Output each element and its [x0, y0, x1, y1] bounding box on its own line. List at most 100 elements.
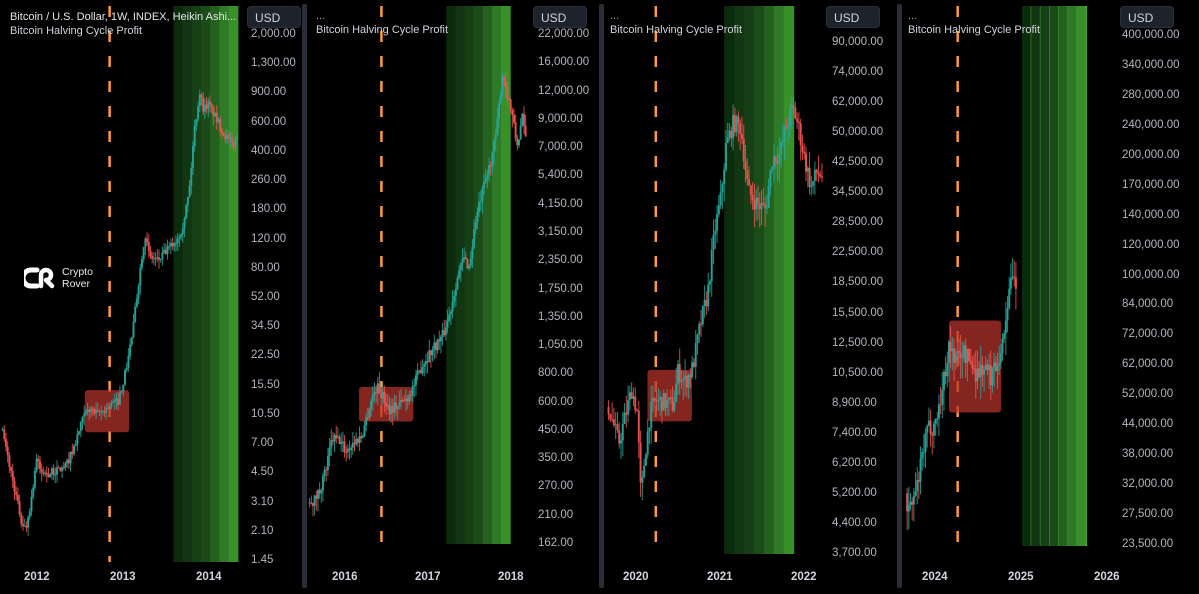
indicator-name[interactable]: Bitcoin Halving Cycle Profit: [908, 23, 1040, 37]
candle-body: [134, 306, 137, 322]
chart-panel-2020-cycle[interactable]: 90,000.00 74,000.00 62,000.00 50,000.00 42,5…: [604, 0, 896, 594]
candle-body: [459, 262, 462, 271]
candle-body: [47, 474, 50, 478]
candle-body: [140, 259, 143, 268]
collapsed-legend-marker[interactable]: ...: [908, 9, 1040, 23]
currency-button[interactable]: USD: [1120, 6, 1174, 28]
chart-panel-2012-cycle[interactable]: 2,000.00 1,300.00 900.00 600.00 400.00 260.00…: [0, 0, 302, 594]
y-axis-tick-label: 900.00: [251, 86, 287, 99]
candle-body: [186, 197, 189, 206]
candle-body: [219, 119, 222, 131]
candle-body: [15, 491, 18, 496]
candle-body: [717, 205, 720, 215]
price-plot-area[interactable]: [308, 6, 530, 566]
y-axis-tick-label: 12,500.00: [832, 336, 884, 349]
collapsed-legend-marker[interactable]: ...: [610, 9, 742, 23]
y-axis-tick-label: 74,000.00: [832, 66, 884, 79]
candle-body: [142, 246, 145, 260]
candle-body: [396, 406, 399, 410]
candle-body: [198, 94, 201, 107]
symbol-title[interactable]: Bitcoin / U.S. Dollar, 1W, INDEX, Heikin…: [10, 10, 236, 24]
candle-body: [83, 413, 86, 417]
y-axis-tick-label: 162.00: [538, 537, 574, 549]
chart-panel-2024-cycle[interactable]: 400,000.00 340,000.00 280,000.00 240,000.00…: [902, 0, 1199, 594]
candle-body: [912, 495, 915, 505]
candle-body: [628, 392, 631, 401]
currency-button[interactable]: USD: [826, 6, 880, 28]
candle-body: [692, 362, 695, 367]
candle-body: [999, 353, 1002, 363]
profit-band-stripe: [1040, 6, 1051, 546]
indicator-name[interactable]: Bitcoin Halving Cycle Profit: [610, 23, 742, 37]
candle-body: [163, 249, 166, 253]
candle-body: [611, 419, 614, 421]
candle-body: [159, 258, 162, 260]
candle-body: [919, 458, 922, 482]
candle-body: [973, 367, 976, 370]
candle-body: [484, 178, 487, 182]
candle-body: [803, 152, 806, 154]
candle-body: [772, 156, 775, 167]
candle-body: [444, 327, 447, 336]
candle-body: [411, 385, 414, 396]
candle-body: [157, 257, 160, 260]
candle-body: [756, 197, 759, 205]
currency-button[interactable]: USD: [533, 6, 587, 28]
candle-body: [707, 284, 710, 307]
chart-panel-2016-cycle[interactable]: 22,000.00 16,000.00 12,000.00 9,000.00 7,000…: [308, 0, 599, 594]
candle-body: [229, 137, 232, 139]
candle-body: [724, 143, 727, 170]
candle-body: [345, 452, 348, 454]
price-plot-area[interactable]: [902, 6, 1116, 566]
x-axis-year-label: 2012: [24, 571, 50, 583]
profit-band-stripe: [482, 6, 493, 544]
candle-body: [1009, 278, 1012, 289]
candle-body: [183, 218, 186, 229]
candle-body: [130, 337, 133, 345]
candle-body: [496, 118, 499, 135]
candle-body: [479, 201, 482, 203]
collapsed-legend-marker[interactable]: ...: [316, 9, 448, 23]
candle-body: [959, 352, 962, 358]
candle-body: [320, 490, 323, 494]
candle-body: [696, 334, 699, 344]
candle-body: [813, 169, 816, 182]
price-axis[interactable]: 22,000.00 16,000.00 12,000.00 9,000.00 7,000…: [530, 0, 599, 594]
candle-body: [486, 174, 489, 179]
candle-body: [202, 97, 205, 112]
indicator-name[interactable]: Bitcoin Halving Cycle Profit: [316, 23, 448, 37]
candle-body: [946, 362, 949, 377]
candle-body: [517, 139, 520, 146]
candle-body: [737, 116, 740, 124]
candle-body: [921, 452, 924, 459]
candle-body: [106, 407, 109, 409]
price-axis[interactable]: 2,000.00 1,300.00 900.00 600.00 400.00 260.00…: [244, 0, 302, 594]
y-axis-tick-label: 22,000.00: [538, 28, 590, 40]
x-axis-year-label: 2014: [196, 571, 222, 583]
x-axis-year-label: 2026: [1094, 571, 1120, 583]
candle-body: [471, 247, 474, 259]
candle-body: [907, 504, 910, 512]
candle-body: [35, 458, 38, 472]
candle-body: [733, 114, 736, 133]
candle-body: [40, 469, 43, 473]
candle-body: [95, 410, 98, 414]
candle-body: [1001, 338, 1004, 354]
price-axis[interactable]: 400,000.00 340,000.00 280,000.00 240,000.00…: [1116, 0, 1199, 594]
panel-divider[interactable]: [302, 4, 307, 588]
profit-band: [1022, 6, 1088, 546]
candle-body: [755, 197, 758, 210]
candle-body: [678, 364, 681, 383]
chart-legend: ... Bitcoin Halving Cycle Profit: [610, 9, 742, 37]
y-axis-tick-label: 210.00: [538, 508, 574, 521]
candle-body: [732, 114, 735, 139]
candle-body: [673, 401, 676, 411]
candle-body: [483, 181, 486, 189]
price-axis[interactable]: 90,000.00 74,000.00 62,000.00 50,000.00 42,5…: [826, 0, 896, 594]
candle-body: [726, 137, 729, 144]
price-plot-area[interactable]: [604, 6, 826, 566]
currency-button[interactable]: USD: [247, 6, 301, 28]
indicator-name[interactable]: Bitcoin Halving Cycle Profit: [10, 24, 236, 38]
candle-body: [236, 137, 239, 140]
candle-body: [788, 109, 791, 127]
